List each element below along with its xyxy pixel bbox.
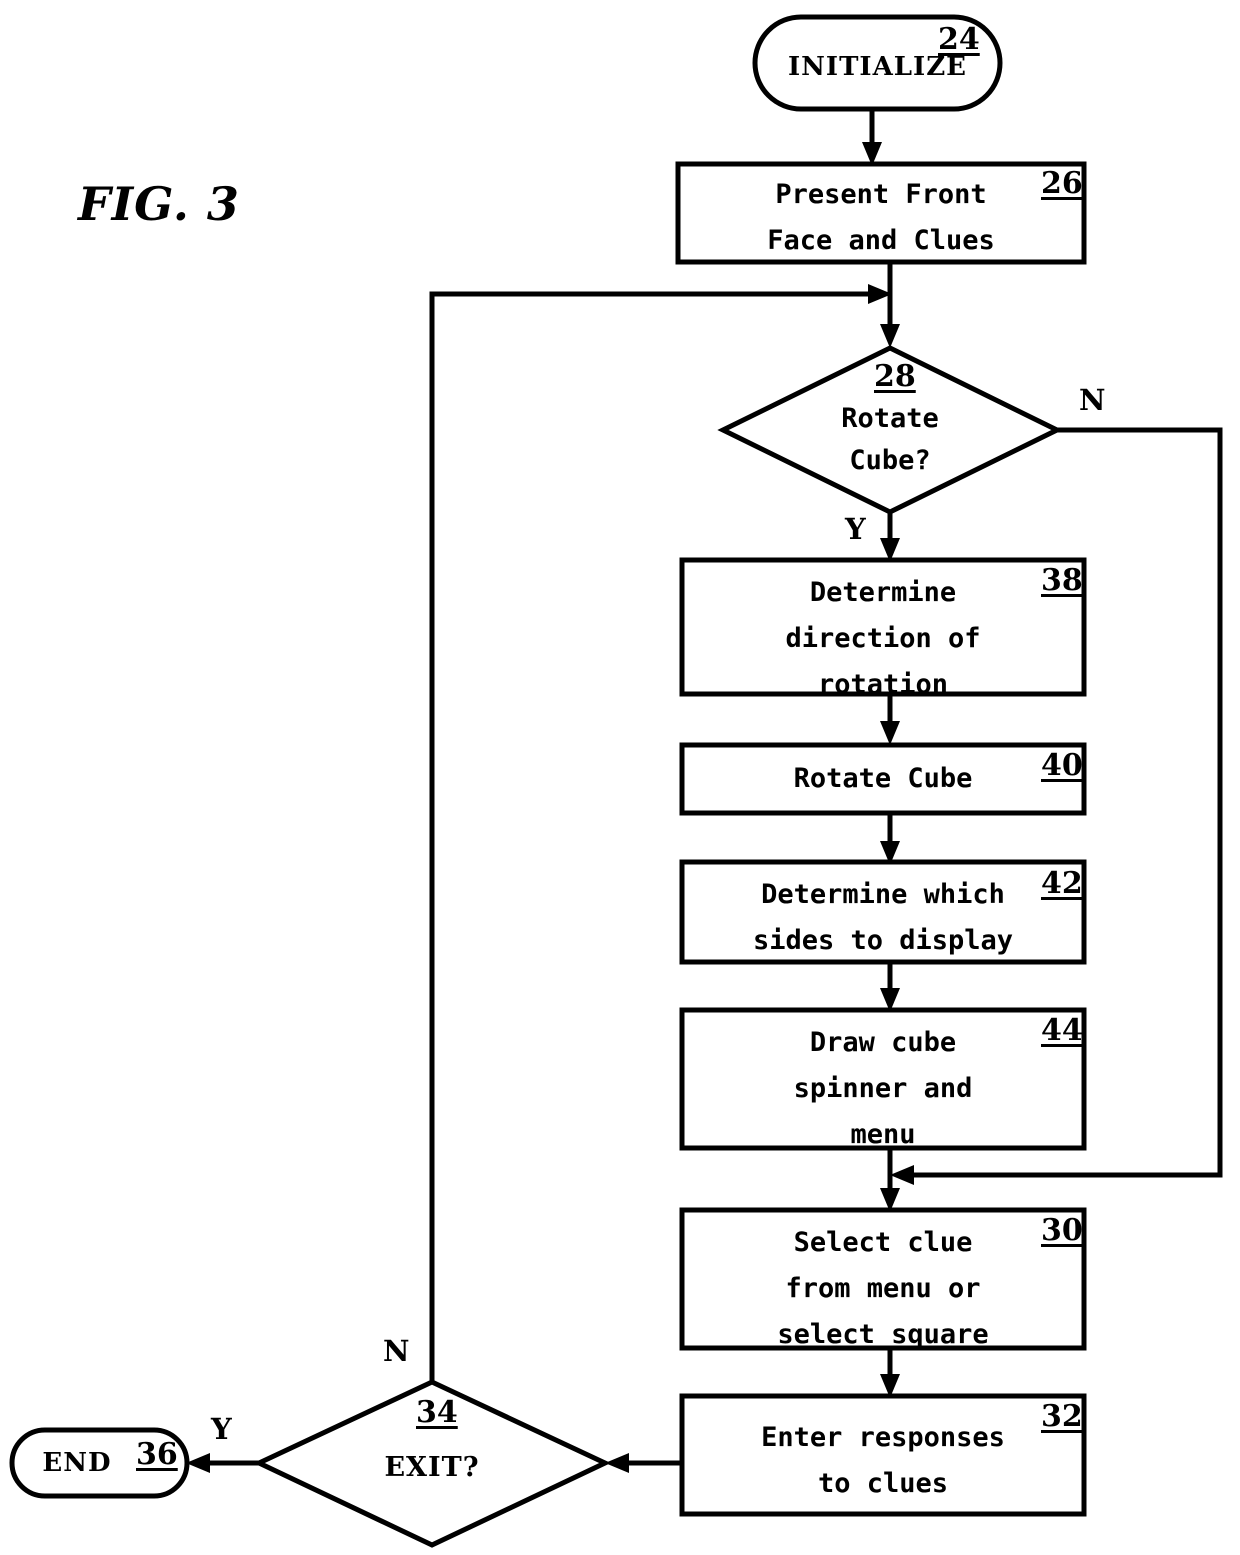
arrowhead-38-to-40 — [880, 721, 900, 745]
node-determine-sides-label: Determine which sides to display — [752, 879, 1014, 956]
node-rotate-cube-ref: 40 — [1041, 748, 1083, 783]
node-draw-cube-ref: 44 — [1041, 1013, 1083, 1048]
node-end-ref: 36 — [136, 1437, 178, 1472]
branch-label-exit-no: N — [383, 1334, 410, 1368]
node-determine-sides-ref: 42 — [1041, 866, 1083, 901]
figure-canvas: FIG. 3 INITIALIZE 24 Present Front Face … — [0, 0, 1240, 1555]
branch-label-rotate-no: N — [1079, 383, 1106, 417]
node-select-clue-label: Select clue from menu or select square — [777, 1227, 989, 1350]
node-rotate-cube-label: Rotate Cube — [793, 763, 973, 794]
node-rotate-decision-label: Rotate Cube? — [841, 403, 939, 476]
node-select-clue-ref: 30 — [1041, 1213, 1083, 1248]
node-determine-direction-label: Determine direction of rotation — [785, 577, 981, 700]
branch-label-exit-yes: Y — [211, 1412, 232, 1446]
node-enter-responses-label: Enter responses to clues — [761, 1422, 1005, 1499]
node-enter-responses-ref: 32 — [1041, 1399, 1083, 1434]
node-end-label: END — [42, 1448, 112, 1478]
arrowhead-exit-yes-branch — [186, 1453, 210, 1473]
arrowhead-rotate-no-branch — [890, 1165, 914, 1185]
node-exit-decision-label: EXIT? — [384, 1452, 480, 1483]
figure-title: FIG. 3 — [78, 177, 240, 231]
node-present-front-label: Present Front Face and Clues — [767, 179, 995, 256]
node-determine-direction-ref: 38 — [1041, 563, 1083, 598]
node-initialize-ref: 24 — [938, 22, 980, 57]
node-rotate-decision-ref: 28 — [874, 359, 916, 394]
node-draw-cube-label: Draw cube spinner and menu — [793, 1027, 973, 1150]
arrowhead-present-to-decision — [880, 324, 900, 348]
node-exit-decision-ref: 34 — [416, 1395, 458, 1430]
branch-label-rotate-yes: Y — [845, 512, 866, 546]
node-present-front-ref: 26 — [1041, 166, 1083, 201]
